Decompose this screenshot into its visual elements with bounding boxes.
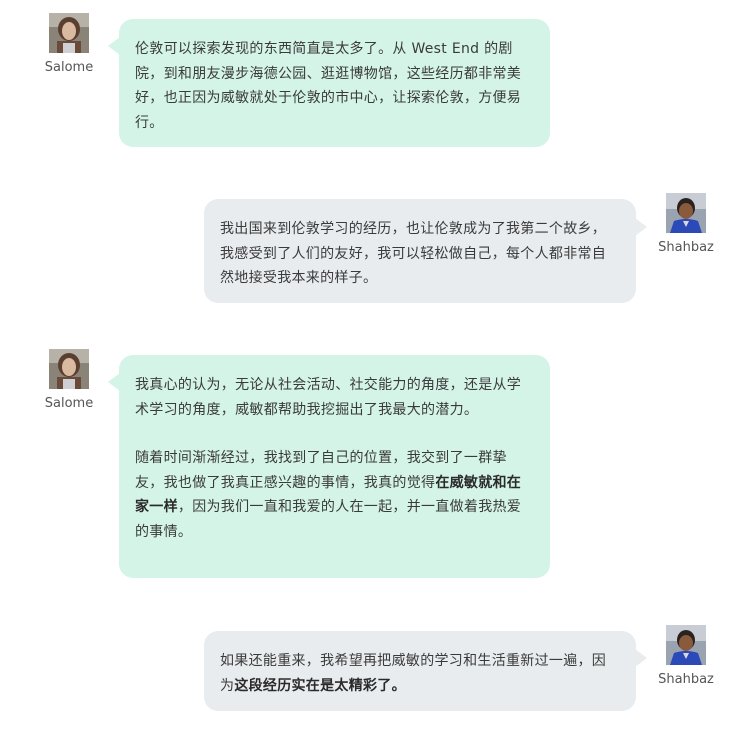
message-paragraph: 如果还能重来，我希望再把威敏的学习和生活重新过一遍，因为这段经历实在是太精彩了。 bbox=[220, 649, 620, 698]
message-text: 我出国来到伦敦学习的经历，也让伦敦成为了我第二个故乡，我感受到了人们的友好，我可… bbox=[220, 221, 607, 286]
sender-name: Salome bbox=[44, 396, 94, 411]
sender-name: Shahbaz bbox=[658, 240, 714, 255]
shahbaz-avatar[interactable] bbox=[666, 625, 706, 665]
message-paragraph: 随着时间渐渐经过，我找到了自己的位置，我交到了一群挚友，我也做了我真正感兴趣的事… bbox=[135, 446, 534, 544]
message-paragraph: 我出国来到伦敦学习的经历，也让伦敦成为了我第二个故乡，我感受到了人们的友好，我可… bbox=[220, 217, 620, 291]
message-paragraph: 伦敦可以探索发现的东西简直是太多了。从 West End 的剧院，到和朋友漫步海… bbox=[135, 37, 534, 135]
sender-name: Shahbaz bbox=[658, 672, 714, 687]
shahbaz-avatar[interactable] bbox=[666, 193, 706, 233]
message-paragraph: 我真心的认为，无论从社会活动、社交能力的角度，还是从学术学习的角度，威敏都帮助我… bbox=[135, 373, 534, 422]
message-bubble: 伦敦可以探索发现的东西简直是太多了。从 West End 的剧院，到和朋友漫步海… bbox=[119, 19, 550, 147]
bubble-tail bbox=[635, 218, 647, 236]
message-bold-text: 这段经历实在是太精彩了。 bbox=[234, 677, 406, 694]
bubble-tail bbox=[635, 649, 647, 667]
message-bubble: 如果还能重来，我希望再把威敏的学习和生活重新过一遍，因为这段经历实在是太精彩了。 bbox=[204, 631, 636, 711]
message-text: 我真心的认为，无论从社会活动、社交能力的角度，还是从学术学习的角度，威敏都帮助我… bbox=[135, 377, 522, 418]
message-text: 伦敦可以探索发现的东西简直是太多了。从 West End 的剧院，到和朋友漫步海… bbox=[135, 41, 522, 131]
sender-name: Salome bbox=[44, 60, 94, 75]
message-text: ，因为我们一直和我爱的人在一起，并一直做着我热爱的事情。 bbox=[135, 499, 522, 540]
message-bubble: 我出国来到伦敦学习的经历，也让伦敦成为了我第二个故乡，我感受到了人们的友好，我可… bbox=[204, 199, 636, 303]
salome-avatar[interactable] bbox=[49, 13, 89, 53]
salome-avatar[interactable] bbox=[49, 349, 89, 389]
message-bubble: 我真心的认为，无论从社会活动、社交能力的角度，还是从学术学习的角度，威敏都帮助我… bbox=[119, 355, 550, 578]
